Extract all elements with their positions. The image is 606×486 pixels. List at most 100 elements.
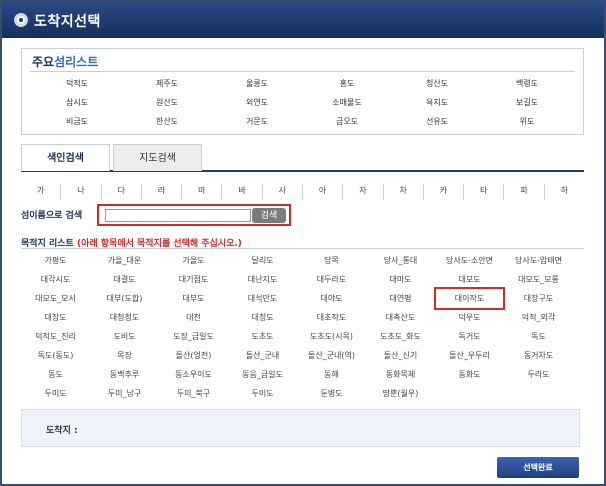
consonant-filter-link[interactable]: 아 — [303, 184, 344, 200]
destination-link[interactable]: 대촉산도 — [366, 312, 435, 323]
consonant-filter-link[interactable]: 사 — [263, 184, 303, 200]
destination-link[interactable]: 대각시도 — [21, 274, 90, 285]
consonant-filter-link[interactable]: 파 — [504, 184, 545, 200]
island-link[interactable]: 청산도 — [392, 78, 482, 89]
island-link[interactable]: 위도 — [482, 116, 572, 127]
destination-link[interactable]: 두미_북구 — [159, 388, 228, 399]
destination-link[interactable]: 도비도 — [90, 331, 159, 342]
destination-link[interactable]: 대야도 — [297, 293, 366, 304]
destination-link[interactable]: 대난지도 — [228, 274, 297, 285]
destination-link[interactable]: 돌산(엉천) — [159, 350, 228, 361]
island-link[interactable]: 원산도 — [122, 97, 212, 108]
destination-link[interactable]: 대청청도 — [90, 312, 159, 323]
destination-link[interactable]: 대이작도 — [434, 287, 505, 310]
destination-link[interactable]: 돌산_군내(역) — [297, 350, 366, 361]
destination-link[interactable]: 도초도(시목) — [297, 331, 366, 342]
destination-link[interactable]: 당목 — [297, 255, 366, 266]
destination-link[interactable]: 대장구도 — [504, 293, 573, 304]
destination-link[interactable]: 덕적_외각 — [504, 312, 573, 323]
destination-link[interactable]: 독거도 — [435, 331, 504, 342]
destination-link[interactable]: 둔병도 — [297, 388, 366, 399]
consonant-filter-link[interactable]: 차 — [384, 184, 424, 200]
destination-link[interactable]: 당사도-암태면 — [504, 255, 573, 266]
consonant-filter-link[interactable]: 다 — [102, 184, 142, 200]
destination-link[interactable]: 도초도_화도 — [366, 331, 435, 342]
destination-link[interactable]: 가평도 — [21, 255, 90, 266]
destination-link[interactable]: 동소우이도 — [159, 369, 228, 380]
destination-link[interactable]: 대부(도합) — [90, 293, 159, 304]
consonant-filter-link[interactable]: 라 — [142, 184, 183, 200]
destination-link[interactable]: 대장도 — [21, 312, 90, 323]
island-link[interactable]: 거문도 — [212, 116, 302, 127]
island-link[interactable]: 욕지도 — [392, 97, 482, 108]
destination-link[interactable]: 돌산_군내 — [228, 350, 297, 361]
destination-link[interactable]: 두라도 — [504, 369, 573, 380]
destination-link[interactable]: 도초도 — [228, 331, 297, 342]
island-link[interactable]: 외연도 — [212, 97, 302, 108]
search-button[interactable]: 검색 — [252, 208, 286, 223]
destination-row: 동도 동백추루 동소우이도 동음_금일도 동해 동화목제 동화도 두라도 — [21, 365, 584, 384]
island-link[interactable]: 덕적도 — [32, 78, 122, 89]
destination-link[interactable]: 대석만도 — [228, 293, 297, 304]
tab-map-search[interactable]: 지도검색 — [113, 144, 202, 171]
tab-index-search[interactable]: 색인검색 — [21, 144, 110, 171]
destination-link[interactable]: 돌산_우두리 — [435, 350, 504, 361]
destination-link[interactable]: 대청도 — [228, 312, 297, 323]
consonant-filter-link[interactable]: 하 — [545, 184, 584, 200]
destination-link[interactable]: 덕우도 — [435, 312, 504, 323]
destination-link[interactable]: 동백추루 — [90, 369, 159, 380]
consonant-filter-link[interactable]: 가 — [21, 184, 62, 200]
island-link[interactable]: 제주도 — [122, 78, 212, 89]
destination-link[interactable]: 도장_금일도 — [159, 331, 228, 342]
destination-link[interactable]: 동해 — [297, 369, 366, 380]
island-link[interactable]: 백령도 — [482, 78, 572, 89]
select-complete-button[interactable]: 선택완료 — [497, 457, 579, 478]
island-link[interactable]: 금오도 — [302, 116, 392, 127]
destination-link[interactable]: 땅뿐(월우) — [366, 388, 435, 399]
destination-link[interactable]: 동화도 — [435, 369, 504, 380]
destination-link[interactable]: 덕적도_진리 — [21, 331, 90, 342]
destination-link[interactable]: 대초작도 — [297, 312, 366, 323]
destination-link[interactable]: 대모도_모롱 — [504, 274, 573, 285]
destination-link[interactable]: 동화목제 — [366, 369, 435, 380]
island-link[interactable]: 선유도 — [392, 116, 482, 127]
island-link[interactable]: 비금도 — [32, 116, 122, 127]
destination-link[interactable]: 동도 — [21, 369, 90, 380]
consonant-filter-link[interactable]: 바 — [222, 184, 263, 200]
island-link[interactable]: 한산도 — [122, 116, 212, 127]
consonant-filter-link[interactable]: 카 — [424, 184, 465, 200]
consonant-filter-link[interactable]: 나 — [61, 184, 102, 200]
destination-link[interactable]: 동음_금일도 — [228, 369, 297, 380]
destination-link[interactable]: 가을_대운 — [90, 255, 159, 266]
destination-link[interactable]: 달리도 — [228, 255, 297, 266]
destination-link[interactable]: 당사도-소안면 — [435, 255, 504, 266]
destination-link[interactable]: 돌산_신기 — [366, 350, 435, 361]
destination-link[interactable]: 가을도 — [159, 255, 228, 266]
island-name-search-input[interactable] — [105, 209, 251, 222]
island-link[interactable]: 보길도 — [482, 97, 572, 108]
destination-link[interactable]: 목장 — [90, 350, 159, 361]
island-link[interactable]: 홍도 — [302, 78, 392, 89]
destination-link[interactable]: 대기점도 — [159, 274, 228, 285]
destination-link[interactable]: 독도(동도) — [21, 350, 90, 361]
destination-link[interactable]: 대연평 — [366, 293, 435, 304]
destination-link[interactable]: 대결도 — [90, 274, 159, 285]
destination-link[interactable]: 대모도 — [435, 274, 504, 285]
island-link[interactable]: 삽시도 — [32, 97, 122, 108]
destination-link[interactable]: 두미도 — [228, 388, 297, 399]
island-link[interactable]: 울릉도 — [212, 78, 302, 89]
destination-link[interactable]: 대천 — [159, 312, 228, 323]
destination-link[interactable]: 당사_통대 — [366, 255, 435, 266]
island-link[interactable]: 소매물도 — [302, 97, 392, 108]
consonant-filter-link[interactable]: 마 — [182, 184, 223, 200]
destination-link[interactable]: 대부도 — [159, 293, 228, 304]
destination-link[interactable]: 대마도 — [366, 274, 435, 285]
destination-link[interactable]: 독도 — [504, 331, 573, 342]
destination-link[interactable]: 동거차도 — [504, 350, 573, 361]
consonant-filter-link[interactable]: 타 — [464, 184, 505, 200]
destination-link[interactable]: 두미도 — [21, 388, 90, 399]
destination-link[interactable]: 두미_남구 — [90, 388, 159, 399]
consonant-filter-link[interactable]: 자 — [343, 184, 384, 200]
destination-link[interactable]: 대모도_모서 — [21, 293, 90, 304]
destination-link[interactable]: 대두라도 — [297, 274, 366, 285]
